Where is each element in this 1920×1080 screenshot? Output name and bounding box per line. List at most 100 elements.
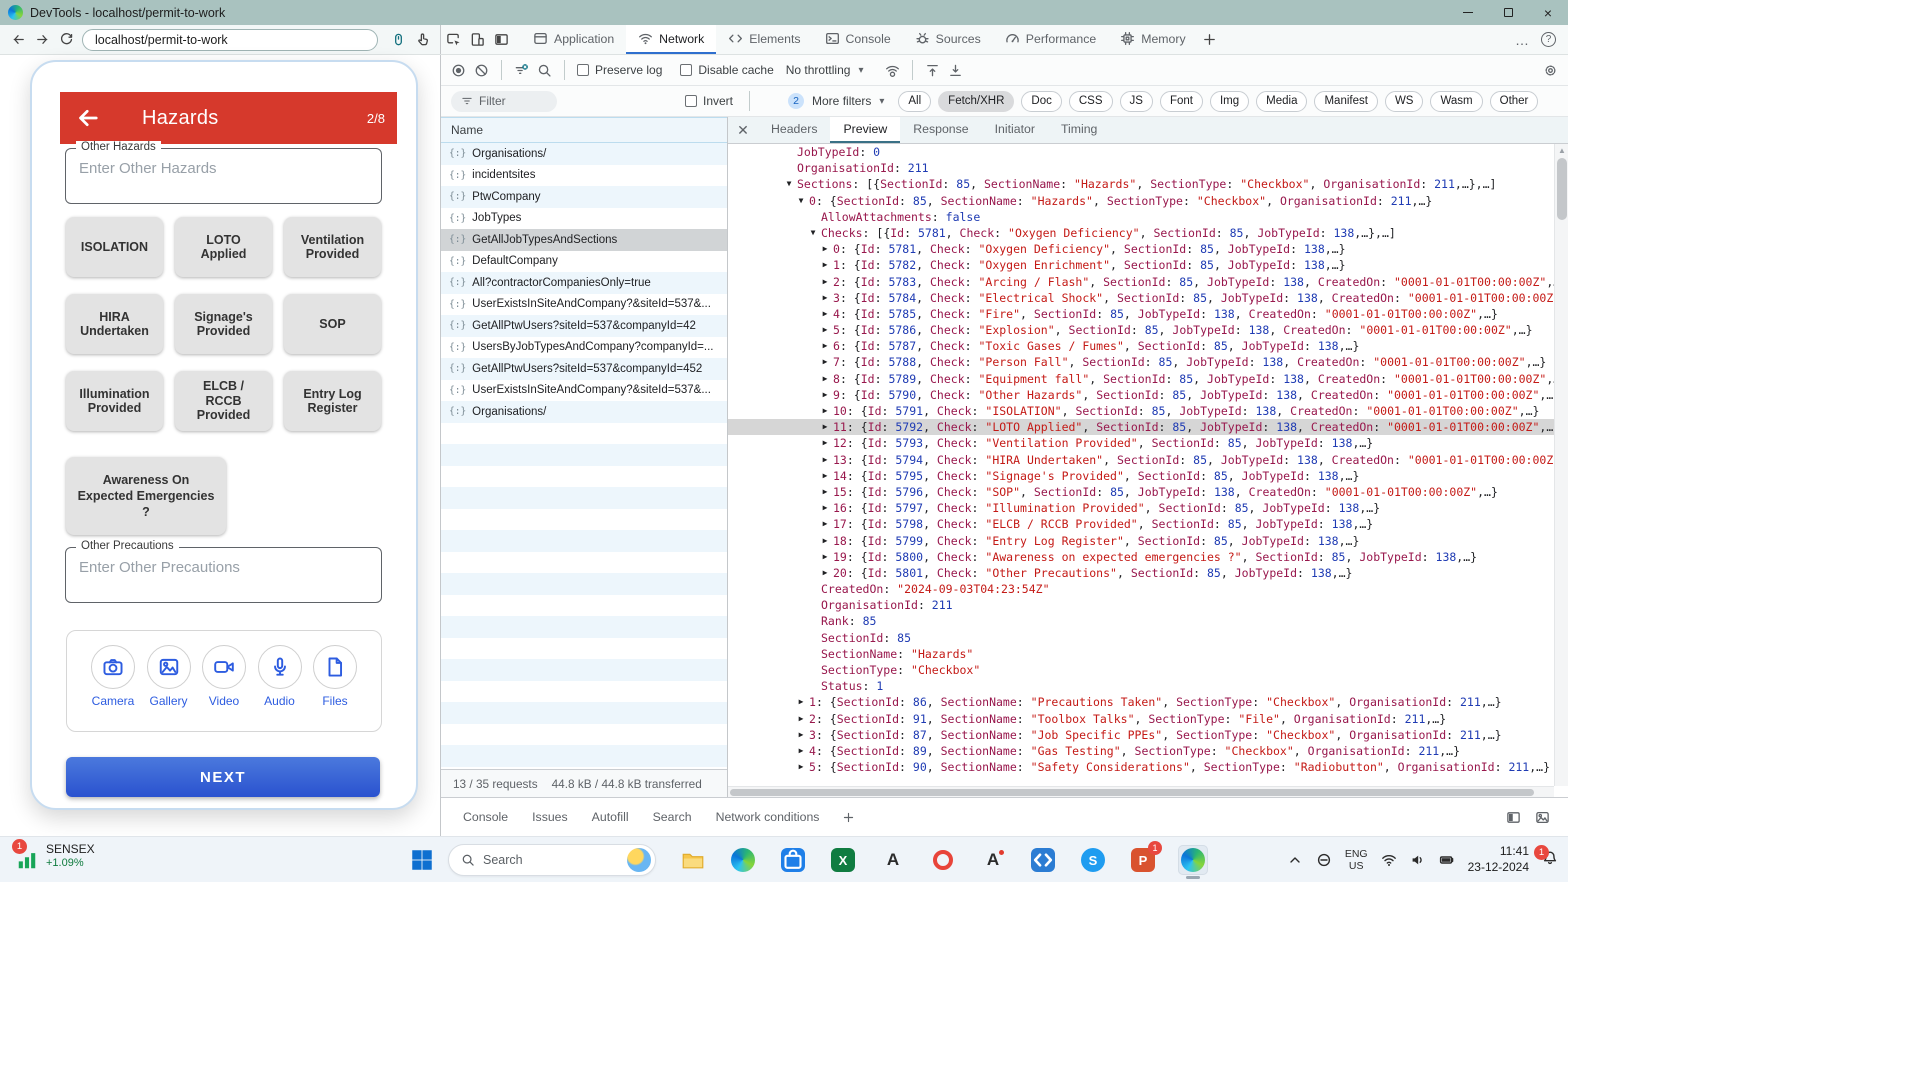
chip-font[interactable]: Font (1160, 91, 1203, 112)
start-button[interactable] (410, 848, 434, 872)
audacity-icon[interactable]: A (978, 845, 1008, 875)
hazard-button-isolation[interactable]: ISOLATION (66, 217, 163, 277)
settings-gear-icon[interactable] (1543, 63, 1558, 78)
minimize-button[interactable] (1448, 0, 1488, 25)
json-line[interactable]: SectionName: "Hazards" (728, 646, 1554, 662)
expander-right-icon[interactable]: ▶ (795, 759, 807, 775)
next-button[interactable]: NEXT (66, 757, 380, 797)
taskbar-search[interactable]: Search (448, 844, 656, 876)
drawer-dock-icon[interactable] (1506, 810, 1521, 825)
back-button[interactable] (6, 28, 30, 52)
expander-right-icon[interactable]: ▶ (819, 322, 831, 338)
expander-right-icon[interactable]: ▶ (819, 533, 831, 549)
tab-console[interactable]: Console (813, 25, 903, 54)
tab-network[interactable]: Network (626, 25, 716, 54)
json-line[interactable]: ▶9: {Id: 5790, Check: "Other Hazards", S… (728, 387, 1554, 403)
expander-right-icon[interactable]: ▶ (819, 516, 831, 532)
preview-tab-preview[interactable]: Preview (830, 117, 900, 143)
drawer-tab-autofill[interactable]: Autofill (580, 798, 641, 836)
request-list-header[interactable]: Name (441, 117, 727, 143)
more-filters-button[interactable]: More filters (812, 94, 871, 108)
maximize-button[interactable] (1488, 0, 1528, 25)
json-line[interactable]: ▶0: {Id: 5781, Check: "Oxygen Deficiency… (728, 241, 1554, 257)
hazard-button-loto[interactable]: LOTO Applied (175, 217, 272, 277)
drawer-screenshot-icon[interactable] (1535, 810, 1550, 825)
scroll-up-icon[interactable]: ▲ (1555, 146, 1568, 155)
throttling-select[interactable]: No throttling (786, 63, 851, 77)
filter-input[interactable]: Filter (451, 91, 557, 112)
gallery-button[interactable]: Gallery (145, 645, 193, 731)
expander-right-icon[interactable]: ▶ (819, 387, 831, 403)
vertical-scrollbar[interactable]: ▲ (1554, 144, 1568, 786)
expander-right-icon[interactable]: ▶ (819, 419, 831, 435)
expander-right-icon[interactable]: ▶ (795, 743, 807, 759)
json-line[interactable]: CreatedOn: "2024-09-03T04:23:54Z" (728, 581, 1554, 597)
json-line[interactable]: ▶3: {SectionId: 87, SectionName: "Job Sp… (728, 727, 1554, 743)
expander-right-icon[interactable]: ▶ (819, 484, 831, 500)
forward-button[interactable] (30, 28, 54, 52)
photos-a-icon[interactable]: A (878, 845, 908, 875)
json-line[interactable]: ▶7: {Id: 5788, Check: "Person Fall", Sec… (728, 354, 1554, 370)
expander-right-icon[interactable]: ▶ (819, 549, 831, 565)
json-line[interactable]: ▶19: {Id: 5800, Check: "Awareness on exp… (728, 549, 1554, 565)
other-precautions-field[interactable]: Other Precautions Enter Other Precaution… (65, 547, 382, 603)
chip-doc[interactable]: Doc (1021, 91, 1061, 112)
json-line[interactable]: ▶5: {Id: 5786, Check: "Explosion", Secti… (728, 322, 1554, 338)
disable-cache-checkbox[interactable] (680, 64, 692, 76)
json-line[interactable]: ▼Checks: [{Id: 5781, Check: "Oxygen Defi… (728, 225, 1554, 241)
json-line[interactable]: ▶4: {SectionId: 89, SectionName: "Gas Te… (728, 743, 1554, 759)
chip-js[interactable]: JS (1120, 91, 1153, 112)
tab-sources[interactable]: Sources (903, 25, 993, 54)
hazard-button-illumination[interactable]: Illumination Provided (66, 371, 163, 431)
refresh-button[interactable] (54, 28, 78, 52)
json-line[interactable]: Rank: 85 (728, 613, 1554, 629)
chip-other[interactable]: Other (1490, 91, 1539, 112)
json-line[interactable]: ▶13: {Id: 5794, Check: "HIRA Undertaken"… (728, 452, 1554, 468)
inspect-element-button[interactable] (441, 28, 465, 52)
video-button[interactable]: Video (200, 645, 248, 731)
network-conditions-icon[interactable] (885, 63, 900, 78)
expander-right-icon[interactable]: ▶ (819, 403, 831, 419)
drawer-tab-issues[interactable]: Issues (520, 798, 580, 836)
hazard-button-elcb-[interactable]: ELCB / RCCB Provided (175, 371, 272, 431)
preview-tab-timing[interactable]: Timing (1048, 117, 1110, 143)
file-explorer-icon[interactable] (678, 845, 708, 875)
more-tabs-button[interactable] (1198, 28, 1222, 52)
expander-right-icon[interactable]: ▶ (795, 711, 807, 727)
horizontal-scrollbar[interactable] (728, 786, 1554, 797)
drawer-tab-console[interactable]: Console (451, 798, 520, 836)
expander-down-icon[interactable]: ▼ (795, 193, 807, 209)
preview-tab-initiator[interactable]: Initiator (982, 117, 1048, 143)
hidden-icons-chevron[interactable] (1287, 852, 1303, 868)
battery-icon[interactable] (1439, 852, 1455, 868)
chip-all[interactable]: All (898, 91, 931, 112)
filter-toggle-icon[interactable] (514, 63, 529, 78)
edge-browser-icon[interactable] (728, 845, 758, 875)
chip-fetch-xhr[interactable]: Fetch/XHR (938, 91, 1014, 112)
search-icon[interactable] (537, 63, 552, 78)
json-line[interactable]: ▶20: {Id: 5801, Check: "Other Precaution… (728, 565, 1554, 581)
record-button[interactable] (451, 63, 466, 78)
language-indicator[interactable]: ENGUS (1345, 848, 1368, 872)
json-line[interactable]: Status: 1 (728, 678, 1554, 694)
json-line[interactable]: ▶1: {SectionId: 86, SectionName: "Precau… (728, 694, 1554, 710)
json-line[interactable]: ▶16: {Id: 5797, Check: "Illumination Pro… (728, 500, 1554, 516)
more-options-button[interactable]: … (1507, 28, 1537, 52)
request-row[interactable]: {:}PtwCompany (441, 186, 727, 208)
expander-right-icon[interactable]: ▶ (819, 468, 831, 484)
tab-performance[interactable]: Performance (993, 25, 1108, 54)
json-line[interactable]: ▶4: {Id: 5785, Check: "Fire", SectionId:… (728, 306, 1554, 322)
expander-right-icon[interactable]: ▶ (819, 354, 831, 370)
json-line[interactable]: ▶5: {SectionId: 90, SectionName: "Safety… (728, 759, 1554, 775)
json-line[interactable]: ▶12: {Id: 5793, Check: "Ventilation Prov… (728, 435, 1554, 451)
help-button[interactable]: ? (1541, 32, 1556, 47)
device-toolbar-button[interactable] (465, 28, 489, 52)
request-row[interactable]: {:}GetAllPtwUsers?siteId=537&companyId=4… (441, 358, 727, 380)
hazard-button-ventilation[interactable]: Ventilation Provided (284, 217, 381, 277)
files-button[interactable]: Files (311, 645, 359, 731)
expander-right-icon[interactable]: ▶ (819, 338, 831, 354)
expander-right-icon[interactable]: ▶ (819, 241, 831, 257)
preview-tab-headers[interactable]: Headers (758, 117, 830, 143)
awareness-button[interactable]: Awareness On Expected Emergencies ? (66, 457, 226, 535)
address-bar[interactable]: localhost/permit-to-work (82, 29, 378, 51)
